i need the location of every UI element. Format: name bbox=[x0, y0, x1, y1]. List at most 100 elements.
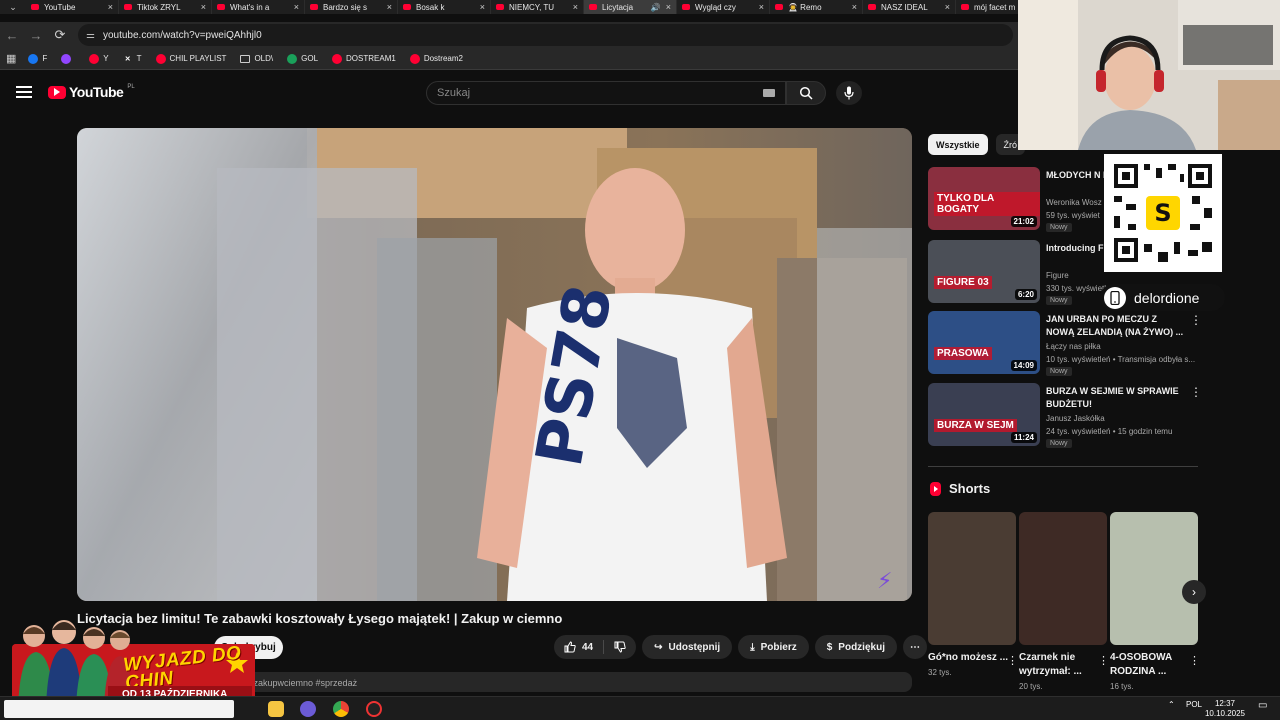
chrome-icon[interactable] bbox=[333, 701, 349, 717]
bookmark-item[interactable]: Y bbox=[89, 53, 109, 64]
download-button[interactable]: ⤓ Pobierz bbox=[738, 635, 809, 659]
download-label: Pobierz bbox=[760, 641, 797, 653]
channel-name[interactable]: Weronika Wosz bbox=[1046, 198, 1102, 207]
folder-icon bbox=[240, 54, 251, 63]
channel-name[interactable]: Janusz Jaskółka bbox=[1046, 414, 1105, 423]
address-bar[interactable]: ⚌ youtube.com/watch?v=pweiQAhhjl0 bbox=[78, 24, 1013, 46]
video-thumbnail[interactable]: FIGURE 03 6:20 bbox=[928, 240, 1040, 303]
browser-tab[interactable]: NIEMCY, TU × bbox=[491, 0, 584, 14]
thanks-label: Podziękuj bbox=[838, 641, 885, 653]
filter-chip[interactable]: Wszystkie bbox=[928, 134, 988, 155]
obs-icon[interactable] bbox=[366, 701, 382, 717]
short-thumbnail[interactable] bbox=[928, 512, 1016, 645]
keyboard-icon[interactable] bbox=[763, 89, 775, 97]
recommended-video[interactable]: BURZA W SEJM 11:24 BURZA W SEJMIE W SPRAWI… bbox=[928, 383, 1202, 448]
close-tab-icon[interactable]: × bbox=[666, 2, 671, 12]
bookmark-item[interactable]: DOSTREAM1 bbox=[332, 53, 396, 64]
bookmark-item[interactable]: Dostream2 bbox=[409, 53, 463, 64]
tab-search-button[interactable]: ⌄ bbox=[0, 0, 26, 14]
more-actions-button[interactable]: ⋯ bbox=[902, 635, 927, 659]
taskbar-clock[interactable]: 12:37 10.10.2025 bbox=[1200, 699, 1250, 719]
like-button[interactable]: 44 bbox=[554, 635, 603, 659]
video-thumbnail[interactable]: TYLKO DLA BOGATY 21:02 bbox=[928, 167, 1040, 230]
speaker-icon[interactable]: 🔊 bbox=[651, 3, 661, 12]
short-item[interactable]: 4-OSOBOWA RODZINA ... 16 tys. ⋮ bbox=[1110, 512, 1200, 691]
bookmark-item[interactable]: OLD\ bbox=[240, 54, 273, 64]
browser-tab[interactable]: Tiktok ZRYL × bbox=[119, 0, 212, 14]
filter-chips: Wszystkie Źró bbox=[928, 134, 1026, 155]
youtube-logo[interactable]: YouTube PL bbox=[48, 84, 135, 100]
close-tab-icon[interactable]: × bbox=[387, 2, 392, 12]
close-tab-icon[interactable]: × bbox=[945, 2, 950, 12]
tab-favicon-icon bbox=[496, 4, 504, 10]
video-thumbnail[interactable]: PRASOWA 14:09 bbox=[928, 311, 1040, 374]
video-title[interactable]: JAN URBAN PO MECZU Z NOWĄ ZELANDIĄ (NA Ż… bbox=[1046, 313, 1186, 339]
close-tab-icon[interactable]: × bbox=[201, 2, 206, 12]
video-thumbnail[interactable]: BURZA W SEJM 11:24 bbox=[928, 383, 1040, 446]
discord-icon[interactable] bbox=[300, 701, 316, 717]
close-tab-icon[interactable]: × bbox=[759, 2, 764, 12]
tab-favicon-icon bbox=[775, 4, 783, 10]
video-player[interactable]: PS78 ⚡ bbox=[77, 128, 912, 601]
channel-name[interactable]: Figure bbox=[1046, 271, 1069, 280]
voice-search-button[interactable] bbox=[836, 81, 862, 105]
video-meta: 24 tys. wyświetleń • 15 godzin temu bbox=[1046, 427, 1173, 436]
taskbar-search-box[interactable] bbox=[4, 700, 234, 718]
country-code: PL bbox=[127, 84, 135, 90]
video-duration: 21:02 bbox=[1010, 216, 1037, 227]
search-input[interactable]: Szukaj bbox=[426, 81, 786, 105]
share-icon: ↪ bbox=[654, 641, 663, 653]
video-title[interactable]: BURZA W SEJMIE W SPRAWIE BUDŻETU! bbox=[1046, 385, 1186, 411]
bookmark-item[interactable] bbox=[61, 53, 75, 64]
more-options-icon[interactable]: ⋮ bbox=[1007, 654, 1018, 667]
more-options-icon[interactable]: ⋮ bbox=[1189, 654, 1200, 667]
close-tab-icon[interactable]: × bbox=[294, 2, 299, 12]
shorts-next-button[interactable]: › bbox=[1182, 580, 1206, 604]
short-item[interactable]: Gó*no możesz ... 32 tys. ⋮ bbox=[928, 512, 1018, 677]
bookmark-item[interactable]: F bbox=[28, 53, 47, 64]
close-tab-icon[interactable]: × bbox=[480, 2, 485, 12]
browser-tab[interactable]: NASZ IDEAL × bbox=[863, 0, 956, 14]
browser-tab[interactable]: Bosak k × bbox=[398, 0, 491, 14]
site-info-icon[interactable]: ⚌ bbox=[86, 30, 95, 41]
reload-button[interactable]: ⟳ bbox=[48, 27, 72, 43]
close-tab-icon[interactable]: × bbox=[108, 2, 113, 12]
short-title[interactable]: Gó*no możesz ... bbox=[928, 651, 1008, 665]
tray-chevron-icon[interactable]: ⌃ bbox=[1168, 700, 1175, 709]
bookmark-item[interactable]: GOL bbox=[287, 53, 318, 64]
bookmark-item[interactable]: ✕ T bbox=[123, 54, 142, 64]
browser-tab[interactable]: Bardzo się s × bbox=[305, 0, 398, 14]
file-explorer-icon[interactable] bbox=[268, 701, 284, 717]
thanks-button[interactable]: $ Podziękuj bbox=[814, 635, 897, 659]
short-title[interactable]: Czarnek nie wytrzymał: ... bbox=[1019, 651, 1099, 679]
recommended-video[interactable]: PRASOWA 14:09 JAN URBAN PO MECZU Z NOWĄ ZE… bbox=[928, 311, 1202, 376]
apps-grid-icon[interactable]: ▦ bbox=[6, 52, 16, 65]
browser-tab[interactable]: What's in a × bbox=[212, 0, 305, 14]
short-title[interactable]: 4-OSOBOWA RODZINA ... bbox=[1110, 651, 1190, 679]
bookmark-item[interactable]: CHIL PLAYLIST bbox=[155, 53, 226, 64]
menu-icon[interactable] bbox=[16, 86, 32, 98]
notifications-icon[interactable]: ▭ bbox=[1258, 700, 1267, 711]
thumbnail-caption: BURZA W SEJM bbox=[934, 419, 1017, 432]
browser-tab[interactable]: 👨‍🚀 Remo × bbox=[770, 0, 863, 14]
new-badge: Nowy bbox=[1046, 296, 1072, 305]
channel-name[interactable]: Łączy nas piłka bbox=[1046, 342, 1101, 351]
share-button[interactable]: ↪ Udostępnij bbox=[642, 635, 733, 659]
forward-button[interactable]: → bbox=[24, 28, 48, 43]
short-thumbnail[interactable] bbox=[1019, 512, 1107, 645]
search-button[interactable] bbox=[786, 81, 826, 105]
close-tab-icon[interactable]: × bbox=[852, 2, 857, 12]
dislike-button[interactable] bbox=[604, 635, 636, 659]
back-button[interactable]: ← bbox=[0, 28, 24, 43]
more-options-icon[interactable]: ⋮ bbox=[1098, 654, 1109, 667]
windows-taskbar: ⌃ POL 12:37 10.10.2025 ▭ bbox=[0, 696, 1280, 720]
browser-tab[interactable]: Licytacja 🔊 × bbox=[584, 0, 677, 14]
browser-tab[interactable]: Wygląd czy × bbox=[677, 0, 770, 14]
tab-favicon-icon bbox=[589, 4, 597, 10]
close-tab-icon[interactable]: × bbox=[573, 2, 578, 12]
short-thumbnail[interactable] bbox=[1110, 512, 1198, 645]
more-options-icon[interactable]: ⋮ bbox=[1190, 313, 1202, 327]
short-item[interactable]: Czarnek nie wytrzymał: ... 20 tys. ⋮ bbox=[1019, 512, 1109, 691]
browser-tab[interactable]: YouTube × bbox=[26, 0, 119, 14]
more-options-icon[interactable]: ⋮ bbox=[1190, 385, 1202, 399]
